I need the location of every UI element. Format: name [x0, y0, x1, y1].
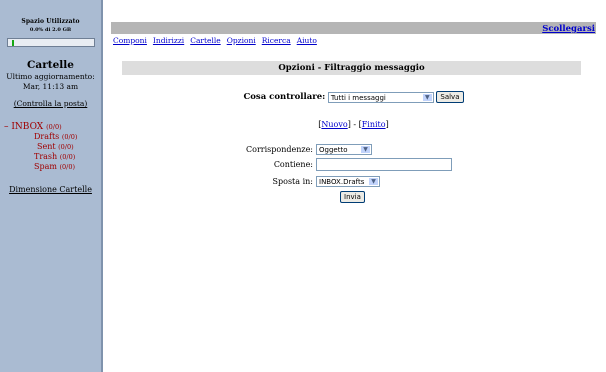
sidebar: Spazio Utilizzato 0.0% di 2.0 GB Cartell…: [0, 0, 103, 372]
folder-trash[interactable]: Trash (0/0): [0, 152, 101, 162]
nav-compose[interactable]: Componi: [113, 36, 147, 45]
folder-count: (0/0): [61, 133, 78, 141]
folder-spam[interactable]: Spam (0/0): [0, 162, 101, 172]
nav-search[interactable]: Ricerca: [262, 36, 291, 45]
check-select-value: Tutti i messaggi: [330, 93, 386, 102]
chevron-down-icon: ▼: [361, 146, 370, 153]
folder-inbox[interactable]: – INBOX (0/0): [0, 122, 101, 132]
save-button[interactable]: Salva: [436, 91, 464, 103]
folder-name: Spam: [34, 162, 57, 171]
move-select[interactable]: INBOX.Drafts ▼: [316, 176, 380, 187]
folder-name: Drafts: [34, 132, 60, 141]
folder-count: (0/0): [59, 163, 76, 171]
match-label: Corrispondenze:: [246, 145, 313, 154]
nav-addresses[interactable]: Indirizzi: [153, 36, 184, 45]
logout-link[interactable]: Scollegarsi: [542, 24, 595, 34]
check-select[interactable]: Tutti i messaggi ▼: [327, 91, 434, 103]
quota-value: 0.0% di 2.0 GB: [29, 27, 72, 33]
check-row: Cosa controllare: Tutti i messaggi ▼ Salv…: [111, 91, 596, 103]
folder-name: INBOX: [11, 122, 44, 132]
folder-name: Trash: [34, 152, 58, 161]
page-title: Opzioni - Filtraggio messaggio: [122, 61, 581, 75]
last-update-time: Mar, 11:13 am: [22, 82, 79, 91]
quota-title: Spazio Utilizzato: [21, 18, 80, 25]
main-nav: Componi Indirizzi Cartelle Opzioni Ricerca Ai…: [113, 36, 323, 45]
folder-drafts[interactable]: Drafts (0/0): [0, 132, 101, 142]
folder-list: – INBOX (0/0) Drafts (0/0) Sent (0/0) Tr…: [0, 122, 101, 172]
top-bar: [111, 22, 596, 34]
last-update-label: Ultimo aggiornamento:: [6, 72, 95, 81]
folder-sent[interactable]: Sent (0/0): [0, 142, 101, 152]
folder-count: (0/0): [58, 143, 74, 151]
new-done-row: [Nuovo] - [Finito]: [318, 120, 389, 129]
folder-name: Sent: [37, 142, 56, 151]
move-label: Sposta in:: [272, 177, 313, 186]
check-mail-link[interactable]: (Controlla la posta): [14, 99, 88, 108]
move-select-value: INBOX.Drafts: [319, 178, 365, 186]
send-button[interactable]: Invia: [340, 191, 365, 203]
nav-help[interactable]: Aiuto: [297, 36, 317, 45]
quota-bar-fill: [11, 40, 14, 46]
folders-title: Cartelle: [27, 59, 74, 71]
nav-options[interactable]: Opzioni: [227, 36, 256, 45]
done-link[interactable]: Finito: [362, 120, 386, 129]
contains-input[interactable]: [316, 158, 452, 171]
match-select[interactable]: Oggetto ▼: [316, 144, 372, 155]
quota-bar: [6, 38, 95, 47]
chevron-down-icon: ▼: [422, 93, 432, 101]
new-link[interactable]: Nuovo: [321, 120, 347, 129]
nav-folders[interactable]: Cartelle: [190, 36, 220, 45]
folder-size-link[interactable]: Dimensione Cartelle: [0, 185, 101, 194]
match-select-value: Oggetto: [319, 146, 348, 154]
chevron-down-icon: ▼: [369, 178, 378, 185]
folder-count: (0/0): [59, 153, 76, 161]
check-label: Cosa controllare:: [243, 92, 326, 102]
contains-label: Contiene:: [273, 160, 313, 169]
folder-count: (0/0): [46, 123, 62, 131]
